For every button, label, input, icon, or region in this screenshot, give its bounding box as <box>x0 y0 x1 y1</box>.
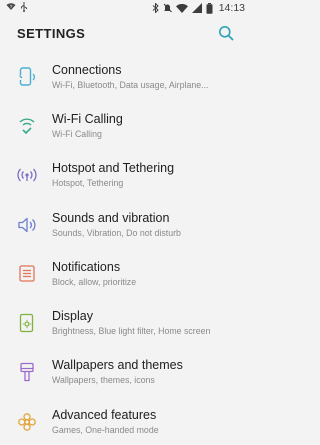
battery-icon <box>206 2 213 14</box>
item-subtitle: Games, One-handed mode <box>52 424 159 435</box>
search-button[interactable] <box>215 22 237 44</box>
settings-item-notifications[interactable]: Notifications Block, allow, prioritize <box>0 249 250 298</box>
status-bar: ? 14:13 <box>0 0 250 16</box>
wallpaper-icon <box>16 361 38 383</box>
item-title: Hotspot and Tethering <box>52 161 175 176</box>
settings-item-hotspot-tethering[interactable]: Hotspot and Tethering Hotspot, Tethering <box>0 151 250 200</box>
item-subtitle: Sounds, Vibration, Do not disturb <box>52 227 181 238</box>
item-subtitle: Wallpapers, themes, icons <box>52 375 155 386</box>
item-subtitle: Wi-Fi, Bluetooth, Data usage, Airplane..… <box>52 79 209 90</box>
item-title: Display <box>52 309 93 324</box>
settings-item-wifi-calling[interactable]: Wi-Fi Calling Wi-Fi Calling <box>0 101 250 150</box>
settings-list: Connections Wi-Fi, Bluetooth, Data usage… <box>0 52 250 445</box>
item-subtitle: Wi-Fi Calling <box>52 128 102 139</box>
wifi-signal-icon <box>175 3 188 13</box>
cellular-signal-icon <box>191 3 202 13</box>
settings-screen: ? 14:13 SETTINGS Connections Wi-Fi, Blue… <box>0 0 250 445</box>
item-title: Sounds and vibration <box>52 210 170 225</box>
mute-icon <box>163 3 172 13</box>
notifications-icon <box>16 263 38 285</box>
settings-item-advanced-features[interactable]: Advanced features Games, One-handed mode <box>0 397 250 445</box>
item-subtitle: Block, allow, prioritize <box>52 276 137 287</box>
status-left: ? <box>6 1 28 15</box>
usb-icon <box>20 1 28 15</box>
bluetooth-icon <box>152 3 159 13</box>
item-title: Connections <box>52 62 122 77</box>
hotspot-icon <box>16 164 38 186</box>
settings-item-display[interactable]: Display Brightness, Blue light filter, H… <box>0 298 250 347</box>
item-title: Wallpapers and themes <box>52 358 183 373</box>
advanced-features-icon <box>16 411 38 433</box>
item-subtitle: Brightness, Blue light filter, Home scre… <box>52 326 211 337</box>
status-right: 14:13 <box>152 2 245 14</box>
item-title: Advanced features <box>52 407 157 422</box>
wifi-notification-icon: ? <box>6 2 16 14</box>
settings-item-connections[interactable]: Connections Wi-Fi, Bluetooth, Data usage… <box>0 52 250 101</box>
page-title: SETTINGS <box>17 25 86 41</box>
settings-item-sounds-vibration[interactable]: Sounds and vibration Sounds, Vibration, … <box>0 200 250 249</box>
header: SETTINGS <box>0 16 250 50</box>
connections-icon <box>16 66 38 88</box>
wifi-calling-icon <box>16 115 38 137</box>
status-time: 14:13 <box>218 2 245 14</box>
item-subtitle: Hotspot, Tethering <box>52 178 124 189</box>
item-title: Notifications <box>52 259 121 274</box>
search-icon <box>219 26 234 41</box>
sound-icon <box>16 214 38 236</box>
settings-item-wallpapers-themes[interactable]: Wallpapers and themes Wallpapers, themes… <box>0 348 250 397</box>
item-title: Wi-Fi Calling <box>52 111 123 126</box>
display-icon <box>16 312 38 334</box>
